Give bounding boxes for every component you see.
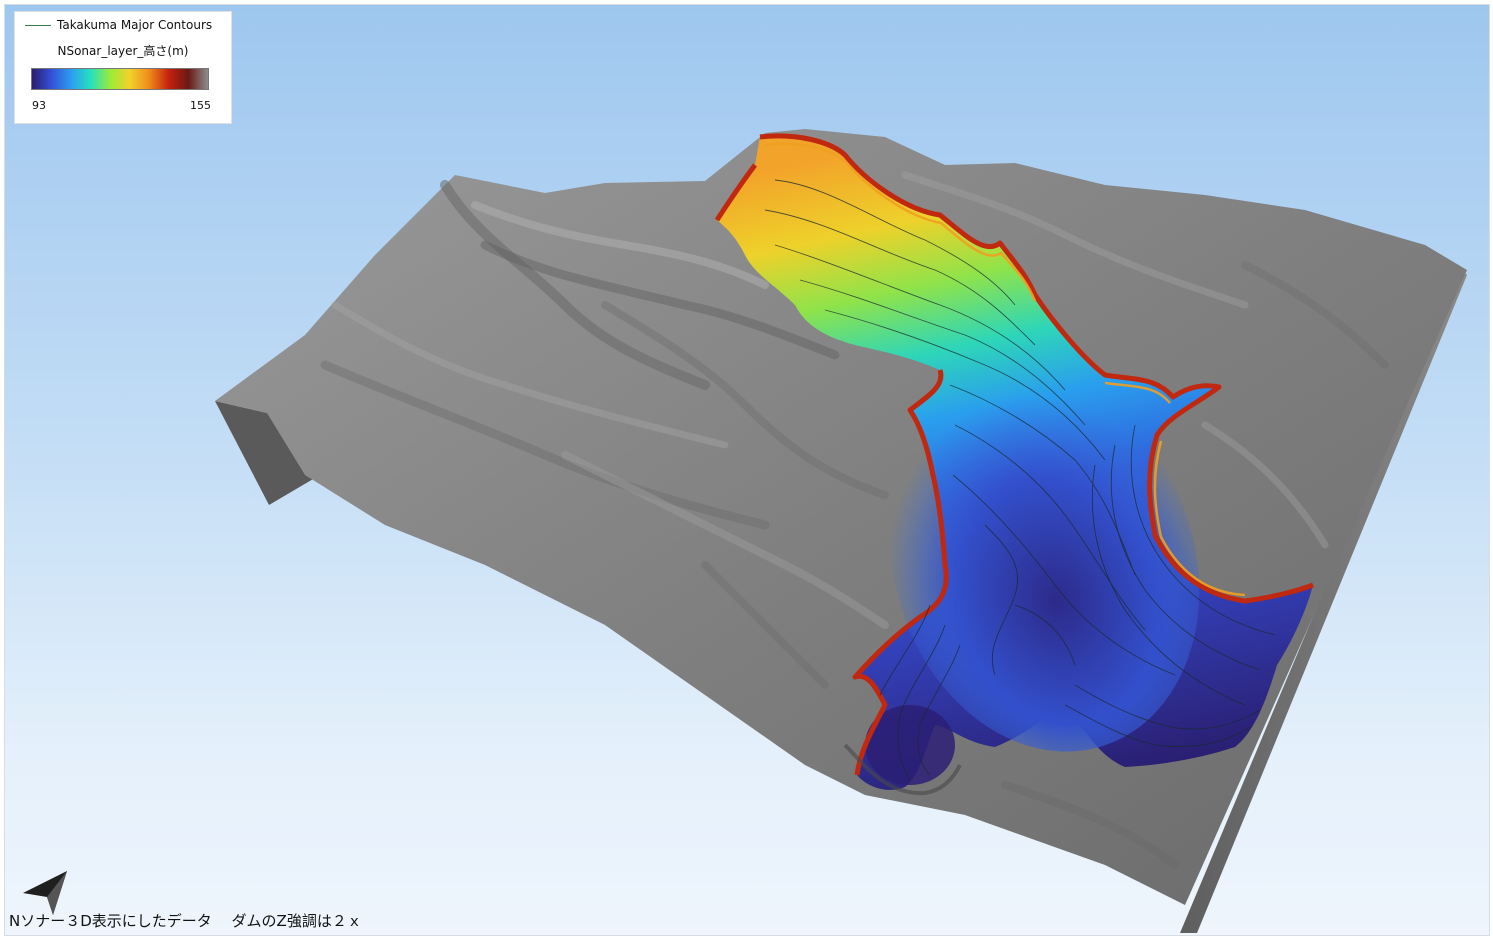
map-legend: Takakuma Major Contours NSonar_layer_高さ(… — [14, 11, 232, 124]
legend-contour-entry: Takakuma Major Contours — [25, 18, 212, 32]
legend-contour-label: Takakuma Major Contours — [57, 18, 213, 32]
scene-caption: Nソナー３D表示にしたデータ ダムのZ強調は２ｘ — [9, 912, 362, 930]
legend-min-value: 93 — [32, 99, 46, 112]
legend-color-ramp — [31, 68, 209, 90]
3d-map-viewport[interactable]: Takakuma Major Contours NSonar_layer_高さ(… — [4, 4, 1490, 936]
legend-layer-title: NSonar_layer_高さ(m) — [57, 44, 189, 58]
legend-max-value: 155 — [190, 99, 211, 112]
contour-line-swatch — [25, 24, 51, 26]
terrain-scene[interactable] — [5, 5, 1490, 936]
